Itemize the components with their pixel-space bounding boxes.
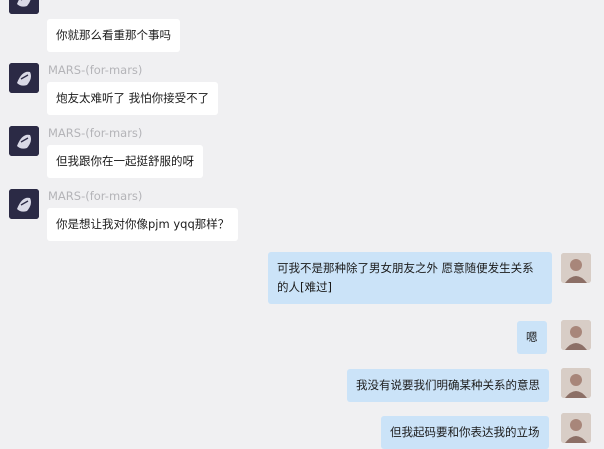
message-bubble-outgoing: 但我起码要和你表达我的立场 [381,416,549,449]
user-avatar[interactable] [561,320,591,350]
contact-avatar[interactable] [9,0,39,14]
contact-avatar[interactable] [9,63,39,93]
sender-name: MARS-(for-mars) [48,126,143,140]
message-bubble-outgoing: 嗯 [517,321,547,354]
user-avatar[interactable] [561,253,591,283]
user-avatar[interactable] [561,413,591,443]
sender-name: MARS-(for-mars) [48,189,143,203]
message-bubble-outgoing: 可我不是那种除了男女朋友之外 愿意随便发生关系 的人[难过] [268,252,552,304]
contact-avatar[interactable] [9,126,39,156]
message-bubble-incoming: 你是想让我对你像pjm yqq那样？ [47,208,239,241]
contact-avatar[interactable] [9,189,39,219]
user-avatar[interactable] [561,368,591,398]
message-bubble-outgoing: 我没有说要我们明确某种关系的意思 [347,369,549,402]
message-bubble-incoming: 但我跟你在一起挺舒服的呀 [47,145,203,178]
message-line: 可我不是那种除了男女朋友之外 愿意随便发生关系 [277,261,534,275]
sender-name: MARS-(for-mars) [48,63,143,77]
message-line: 的人[难过] [277,280,332,294]
message-bubble-incoming: 你就那么看重那个事吗 [47,19,180,52]
message-bubble-incoming: 炮友太难听了 我怕你接受不了 [47,82,219,115]
